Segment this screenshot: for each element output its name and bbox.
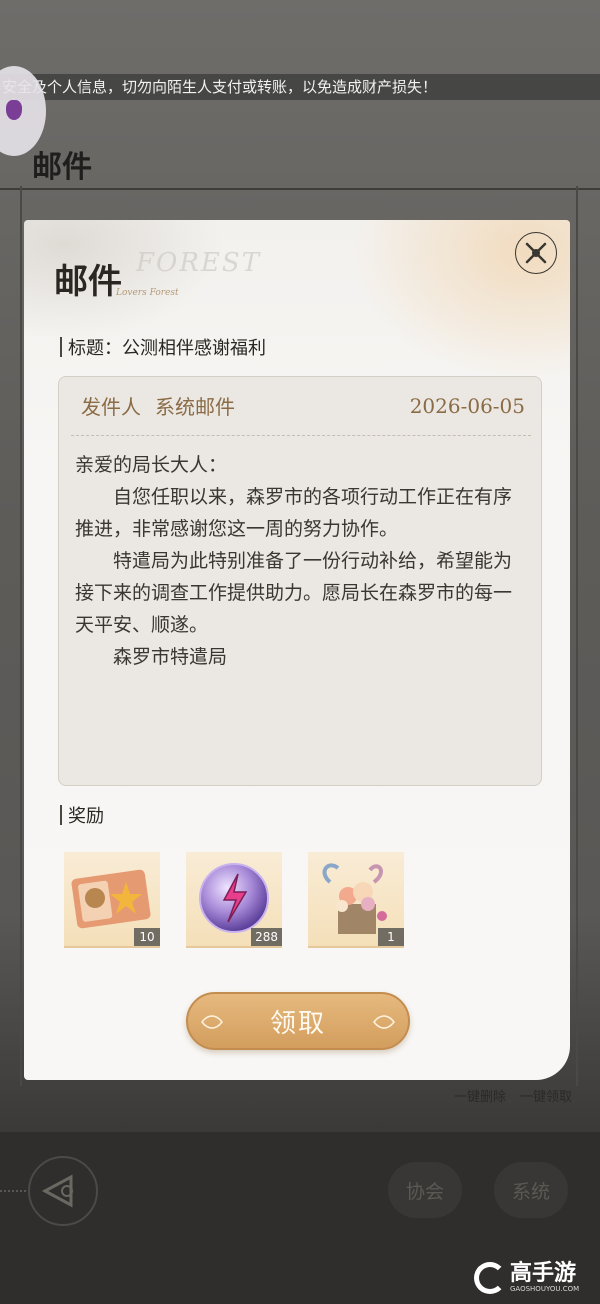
nav-system-button[interactable]: 系统	[494, 1162, 568, 1218]
reward-item[interactable]: 288	[186, 852, 282, 948]
background-page-title: 邮件	[32, 150, 92, 185]
subject-label: 标题：	[68, 338, 122, 359]
close-button[interactable]	[515, 232, 557, 274]
claim-button[interactable]: 领取	[186, 992, 410, 1050]
mail-bulk-actions: 一键删除 一键领取	[454, 1086, 572, 1105]
site-watermark-logo: 高手游 GAOSHOUYOU.COM	[474, 1262, 579, 1294]
dotted-line	[0, 1190, 30, 1192]
sender-row: 发件人 系统邮件 2026-06-05	[81, 391, 525, 420]
back-arrow-icon	[41, 1174, 73, 1208]
modal-watermark: FOREST	[136, 248, 262, 278]
mail-date: 2026-06-05	[409, 393, 525, 418]
reward-list: 10 288 1	[64, 852, 404, 948]
mail-detail-modal: FOREST 邮件 Lovers Forest 标题： 公测相伴感谢福利 发件人…	[24, 220, 570, 1080]
letter-box: 发件人 系统邮件 2026-06-05 亲爱的局长大人： 自您任职以来，森罗市的…	[58, 376, 542, 786]
ornament-icon	[373, 1015, 395, 1029]
reward-count: 288	[251, 928, 282, 946]
letter-greeting: 亲爱的局长大人：	[75, 454, 228, 476]
frame-line-left	[20, 186, 22, 1086]
reward-section-label: 奖励	[60, 802, 104, 828]
reward-count: 10	[134, 928, 160, 946]
modal-title: 邮件	[54, 262, 122, 302]
sender-name: 系统邮件	[155, 395, 235, 419]
delete-all-button[interactable]: 一键删除	[454, 1086, 506, 1105]
letter-body: 亲爱的局长大人： 自您任职以来，森罗市的各项行动工作正在有序推进，非常感谢您这一…	[75, 449, 527, 673]
letter-paragraph: 特遣局为此特别准备了一份行动补给，希望能为接下来的调查工作提供助力。愿局长在森罗…	[75, 550, 513, 636]
subject-text: 公测相伴感谢福利	[122, 338, 266, 359]
modal-signature: Lovers Forest	[116, 288, 179, 298]
divider	[0, 188, 600, 190]
reward-item[interactable]: 10	[64, 852, 160, 948]
reward-item[interactable]: 1	[308, 852, 404, 948]
letter-divider	[71, 435, 531, 436]
letter-paragraph: 自您任职以来，森罗市的各项行动工作正在有序推进，非常感谢您这一周的努力协作。	[75, 486, 513, 540]
ornament-icon	[201, 1015, 223, 1029]
mail-subject: 标题： 公测相伴感谢福利	[60, 334, 266, 360]
letter-signoff: 森罗市特遣局	[113, 646, 228, 668]
reward-count: 1	[378, 928, 404, 946]
logo-g-icon	[474, 1262, 506, 1294]
security-notice-banner: 安全及个人信息，切勿向陌生人支付或转账，以免造成财产损失！	[0, 74, 600, 100]
assistant-icon	[6, 100, 22, 120]
frame-line-right	[576, 186, 578, 1086]
close-icon	[525, 242, 547, 264]
nav-association-button[interactable]: 协会	[388, 1162, 462, 1218]
claim-all-button[interactable]: 一键领取	[520, 1086, 572, 1105]
section-marker	[60, 805, 62, 825]
section-marker	[60, 337, 62, 357]
claim-button-label: 领取	[269, 1008, 326, 1039]
back-button[interactable]	[28, 1156, 98, 1226]
sender-label: 发件人	[81, 395, 141, 419]
